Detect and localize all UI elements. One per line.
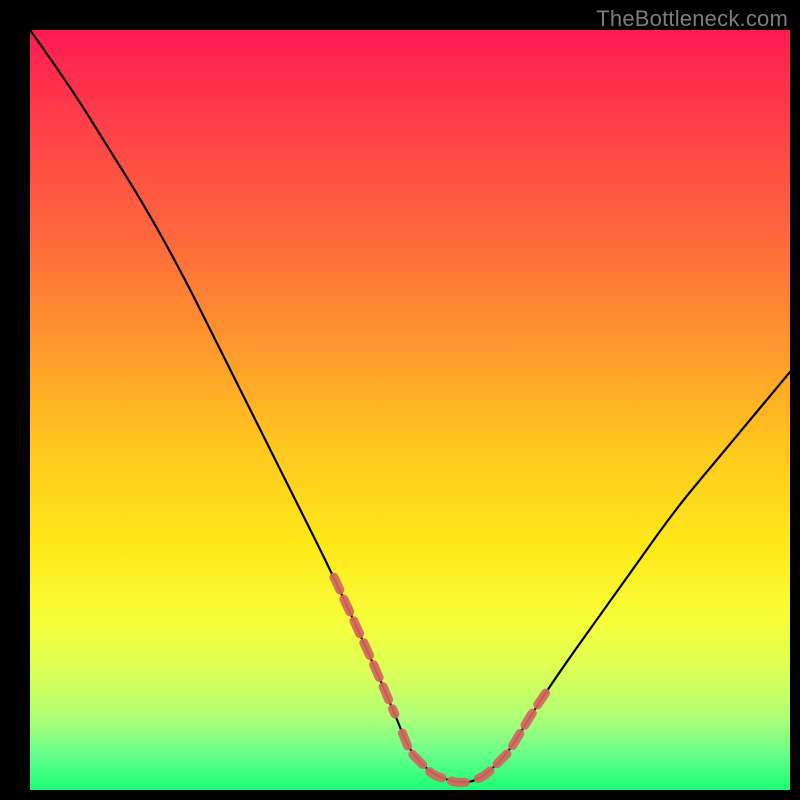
plot-area [30, 30, 790, 790]
curve-layer [30, 30, 790, 790]
bottleneck-curve [30, 30, 790, 782]
highlight-band-segment [402, 733, 470, 782]
chart-frame: TheBottleneck.com [0, 0, 800, 800]
highlight-band-segment [334, 577, 395, 714]
watermark-text: TheBottleneck.com [596, 6, 788, 32]
highlight-band-segment [478, 691, 546, 778]
highlight-bands [334, 577, 547, 782]
